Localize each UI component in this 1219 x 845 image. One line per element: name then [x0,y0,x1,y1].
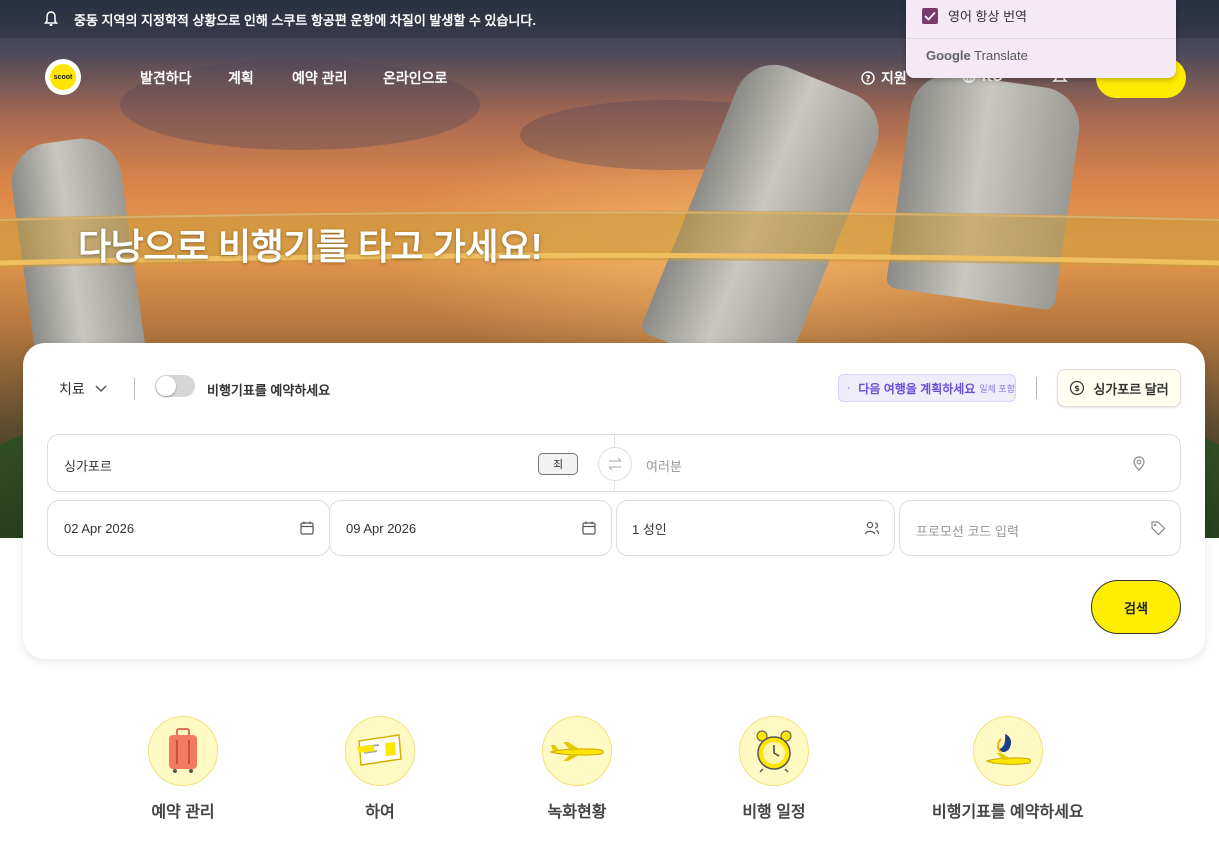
quick-link-book-flight[interactable]: 비행기표를 예약하세요 [932,716,1084,822]
passenger-field[interactable]: 1 성인 [616,500,895,556]
chevron-down-icon [95,385,107,393]
calendar-icon [582,521,596,535]
nav-item-check-in[interactable]: 온라인으로 [383,68,447,88]
svg-text:$: $ [1075,384,1081,393]
help-circle-icon: ? [861,71,875,85]
checkbox-checked-icon[interactable] [922,7,938,24]
quick-link-label: 하여 [365,804,395,821]
ai-plan-extra: 일체 포함 [979,383,1015,394]
quick-link-label: 비행 일정 [742,804,806,821]
currency-button[interactable]: $ 싱가포르 달러 [1057,369,1181,407]
depart-date-field[interactable]: 02 Apr 2026 [47,500,330,556]
trip-type-label: 치료 [59,381,85,397]
quick-link-label: 녹화현황 [547,804,607,821]
airplane-icon [542,716,612,786]
toggle-label: 비행기표를 예약하세요 [207,383,331,398]
quick-link-label: 비행기표를 예약하세요 [932,804,1084,821]
sparkle-icon [847,386,851,390]
currency-exchange-icon: $ [1070,380,1085,396]
swap-arrows-icon [608,457,622,471]
support-label: 지원 [881,70,907,86]
ai-trip-planner-button[interactable]: 다음 여행을 계획하세요 일체 포함 [838,374,1016,402]
divider [134,378,135,400]
booking-card: 치료 비행기표를 예약하세요 다음 여행을 계획하세요 일체 포함 $ 싱가포르… [23,343,1205,659]
suitcase-icon [148,716,218,786]
origin-field[interactable]: 싱가포르 [64,456,112,475]
logo-text: scoot [50,64,76,90]
google-translate-brand: Google Translate [926,48,1028,63]
book-with-points-toggle[interactable] [155,375,195,397]
notice-text: 중동 지역의 지정학적 상황으로 인해 스쿠트 항공편 운항에 차질이 발생할 … [74,12,536,28]
quick-link-flight-status[interactable]: 녹화현황 [542,716,612,822]
depart-date-value: 02 Apr 2026 [64,521,135,536]
passenger-value: 1 성인 [632,522,667,537]
nav-item-plan[interactable]: 계획 [228,68,254,88]
always-translate-option[interactable]: 영어 항상 번역 [922,6,1027,25]
always-translate-label: 영어 항상 번역 [948,9,1027,24]
passengers-icon [864,521,880,535]
google-wordmark: Google [926,48,971,63]
origin-airport-badge: 죄 [538,453,578,475]
location-pin-icon [1133,456,1145,471]
trip-type-dropdown[interactable]: 치료 [59,379,107,399]
scoot-logo[interactable]: scoot [45,59,81,95]
alarm-clock-icon [739,716,809,786]
popup-divider [906,38,1176,39]
promo-code-field[interactable]: 프로모션 코드 입력 [899,500,1181,556]
support-link[interactable]: ? 지원 [861,68,907,88]
nav-item-manage-booking[interactable]: 예약 관리 [292,68,347,88]
translate-popup: 영어 항상 번역 Google Translate [906,0,1176,78]
ai-plan-label: 다음 여행을 계획하세요 [858,381,976,396]
hero-title: 다낭으로 비행기를 타고 가세요! [78,226,543,267]
bell-icon [44,11,58,26]
nav-item-discover[interactable]: 발견하다 [140,68,192,88]
svg-text:?: ? [865,75,870,85]
search-button[interactable]: 검색 [1091,580,1181,634]
singapore-airlines-logo-icon [972,716,1043,786]
quick-link-check-in[interactable]: 하여 [345,716,415,822]
route-field: 싱가포르 죄 여러분 [47,434,1181,492]
quick-link-flight-schedule[interactable]: 비행 일정 [739,716,809,822]
promo-code-placeholder: 프로모션 코드 입력 [916,524,1019,539]
destination-field[interactable]: 여러분 [646,456,682,475]
return-date-field[interactable]: 09 Apr 2026 [329,500,612,556]
toggle-knob [156,376,176,396]
translate-wordmark: Translate [974,48,1028,63]
tag-icon [1151,521,1166,536]
calendar-icon [300,521,314,535]
quick-link-manage-booking[interactable]: 예약 관리 [148,716,218,822]
swap-route-button[interactable] [598,447,632,481]
divider [1036,377,1037,399]
quick-link-label: 예약 관리 [151,804,215,821]
return-date-value: 09 Apr 2026 [346,521,417,536]
boarding-pass-icon [345,716,415,786]
currency-label: 싱가포르 달러 [1093,381,1169,397]
